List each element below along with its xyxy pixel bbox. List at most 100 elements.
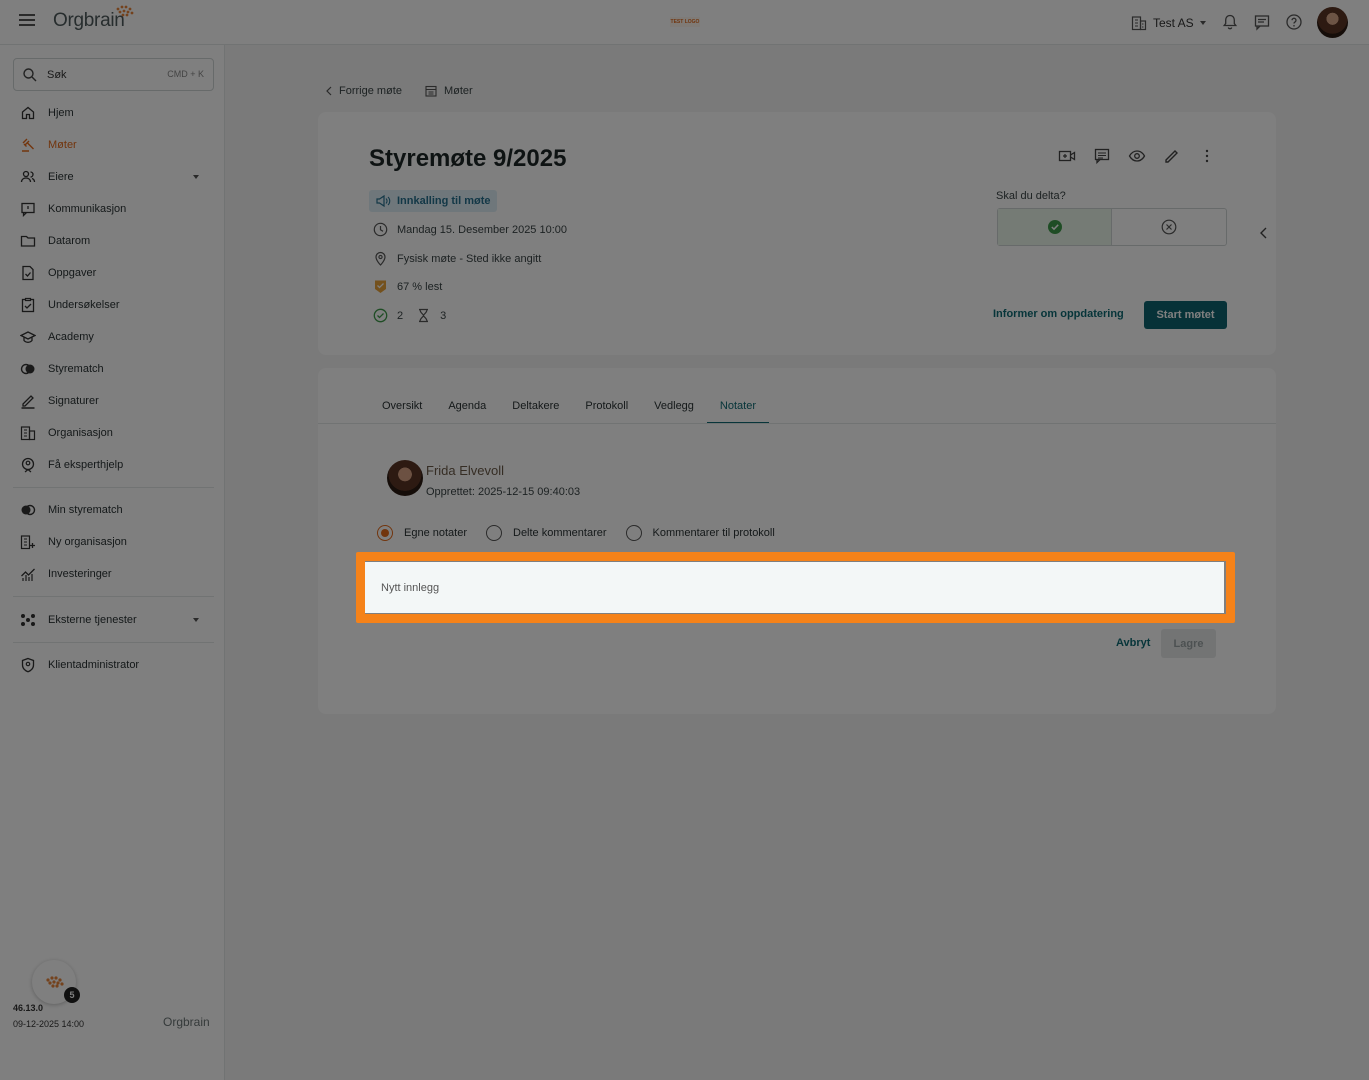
message-icon	[21, 202, 35, 217]
note-created-date: Opprettet: 2025-12-15 09:40:03	[426, 486, 581, 498]
sidebar-item-label: Klientadministrator	[48, 659, 140, 671]
video-call-icon[interactable]	[1058, 147, 1076, 165]
radio-kommentarer-protokoll[interactable]: Kommentarer til protokoll	[625, 525, 775, 541]
folder-icon	[20, 235, 36, 247]
tab-deltakere[interactable]: Deltakere	[499, 400, 572, 424]
sidebar-item-academy[interactable]: Academy	[20, 327, 205, 347]
hourglass-icon	[419, 308, 429, 323]
graduation-icon	[20, 331, 36, 343]
meeting-header-card: Styremøte 9/2025 Innkalling til møte Man…	[318, 112, 1276, 355]
chevron-down-icon	[1199, 21, 1206, 25]
search-box[interactable]: Søk CMD + K	[13, 58, 214, 91]
orgbrain-logo[interactable]: Orgbrain	[53, 5, 134, 32]
sidebar-item-investeringer[interactable]: Investeringer	[20, 564, 205, 584]
sidebar-item-label: Styrematch	[48, 363, 104, 375]
calendar-icon	[425, 85, 437, 97]
match-icon	[21, 504, 36, 516]
read-text: 67 % lest	[397, 280, 443, 293]
tab-protokoll[interactable]: Protokoll	[572, 400, 641, 424]
shield-icon	[21, 657, 35, 673]
building-icon	[20, 426, 36, 441]
bell-icon[interactable]	[1221, 13, 1239, 31]
sidebar-item-datarom[interactable]: Datarom	[20, 231, 205, 251]
add-building-icon	[20, 535, 35, 550]
radio-button[interactable]	[486, 525, 502, 541]
sidebar-item-eksperthjelp[interactable]: Få eksperthjelp	[20, 455, 205, 475]
check-filled-icon	[1047, 220, 1062, 234]
pen-icon	[21, 395, 35, 409]
menu-icon[interactable]	[19, 14, 35, 28]
comment-icon[interactable]	[1093, 147, 1111, 165]
datetime-text: Mandag 15. Desember 2025 10:00	[397, 223, 568, 236]
sidebar-item-label: Hjem	[48, 107, 74, 119]
focus-highlight-frame	[356, 552, 1235, 623]
tab-oversikt[interactable]: Oversikt	[369, 400, 435, 424]
sidebar-item-label: Investeringer	[48, 568, 112, 580]
chevron-down-icon	[193, 175, 199, 179]
sidebar-item-undersokelser[interactable]: Undersøkelser	[20, 295, 205, 315]
attend-no-button[interactable]	[1112, 209, 1226, 245]
sidebar-item-min-styrematch[interactable]: Min styrematch	[20, 500, 205, 520]
org-switcher[interactable]: Test AS	[1131, 14, 1206, 32]
start-meeting-button[interactable]: Start møtet	[1144, 301, 1227, 329]
tab-vedlegg[interactable]: Vedlegg	[641, 400, 707, 424]
radio-button[interactable]	[625, 525, 642, 541]
sidebar-item-eiere[interactable]: Eiere	[20, 167, 205, 187]
edit-icon[interactable]	[1163, 147, 1181, 165]
radio-button-selected[interactable]	[377, 525, 393, 541]
sidebar-item-label: Møter	[48, 139, 77, 151]
radio-egne-notater[interactable]: Egne notater	[377, 525, 467, 541]
sidebar-item-hjem[interactable]: Hjem	[20, 103, 205, 123]
top-bar: Orgbrain TEST LOGO Test AS	[0, 0, 1369, 45]
sidebar-item-styrematch[interactable]: Styrematch	[20, 359, 205, 379]
meeting-actions	[1058, 147, 1216, 165]
survey-icon	[21, 297, 35, 313]
chat-icon[interactable]	[1253, 13, 1271, 31]
attend-yes-button[interactable]	[998, 209, 1112, 245]
eye-icon[interactable]	[1128, 147, 1146, 165]
author-name: Frida Elvevoll	[426, 463, 505, 478]
sidebar-divider	[13, 596, 214, 597]
invitation-label: Innkalling til møte	[397, 195, 491, 207]
home-icon	[21, 106, 35, 120]
meeting-location: Fysisk møte - Sted ikke angitt	[373, 251, 541, 266]
gavel-icon	[22, 138, 34, 152]
chevron-left-icon	[326, 86, 332, 96]
org-name: Test AS	[1153, 16, 1194, 30]
sidebar-item-eksterne-tjenester[interactable]: Eksterne tjenester	[20, 610, 205, 630]
radio-delte-kommentarer[interactable]: Delte kommentarer	[486, 525, 607, 541]
sidebar-item-ny-organisasjon[interactable]: Ny organisasjon	[20, 532, 205, 552]
breadcrumb: Forrige møte Møter	[325, 84, 473, 98]
more-vertical-icon[interactable]	[1198, 147, 1216, 165]
sidebar-item-oppgaver[interactable]: Oppgaver	[20, 263, 205, 283]
chevron-left-icon[interactable]	[1259, 227, 1269, 239]
radio-label: Delte kommentarer	[513, 527, 607, 539]
save-button[interactable]: Lagre	[1161, 629, 1216, 658]
sidebar-item-label: Signaturer	[48, 395, 99, 407]
sidebar-item-moter[interactable]: Møter	[20, 135, 205, 155]
meetings-link[interactable]: Møter	[444, 85, 473, 97]
sidebar-item-signaturer[interactable]: Signaturer	[20, 391, 205, 411]
meeting-datetime: Mandag 15. Desember 2025 10:00	[373, 222, 567, 237]
sidebar-item-label: Oppgaver	[48, 267, 97, 279]
help-icon[interactable]	[1285, 13, 1303, 31]
tab-agenda[interactable]: Agenda	[435, 400, 499, 424]
cancel-button[interactable]: Avbryt	[1116, 637, 1150, 649]
expert-help-icon	[21, 457, 35, 473]
sidebar-item-kommunikasjon[interactable]: Kommunikasjon	[20, 199, 205, 219]
sidebar-item-label: Min styrematch	[48, 504, 123, 516]
orgbrain-assistant-button[interactable]: 5	[32, 960, 80, 1004]
services-icon	[21, 614, 35, 626]
task-icon	[22, 265, 34, 281]
tab-notater[interactable]: Notater	[706, 400, 770, 424]
user-avatar[interactable]	[1317, 7, 1348, 38]
sidebar-item-organisasjon[interactable]: Organisasjon	[20, 423, 205, 443]
previous-meeting-link[interactable]: Forrige møte	[339, 85, 402, 97]
search-label: Søk	[47, 68, 67, 81]
sidebar-item-label: Organisasjon	[48, 427, 113, 439]
version-number: 46.13.0	[13, 1003, 44, 1013]
sidebar-item-label: Eksterne tjenester	[48, 614, 137, 626]
inform-update-link[interactable]: Informer om oppdatering	[993, 308, 1124, 320]
invitation-badge[interactable]: Innkalling til møte	[369, 190, 497, 212]
sidebar-item-klientadministrator[interactable]: Klientadministrator	[20, 655, 205, 675]
